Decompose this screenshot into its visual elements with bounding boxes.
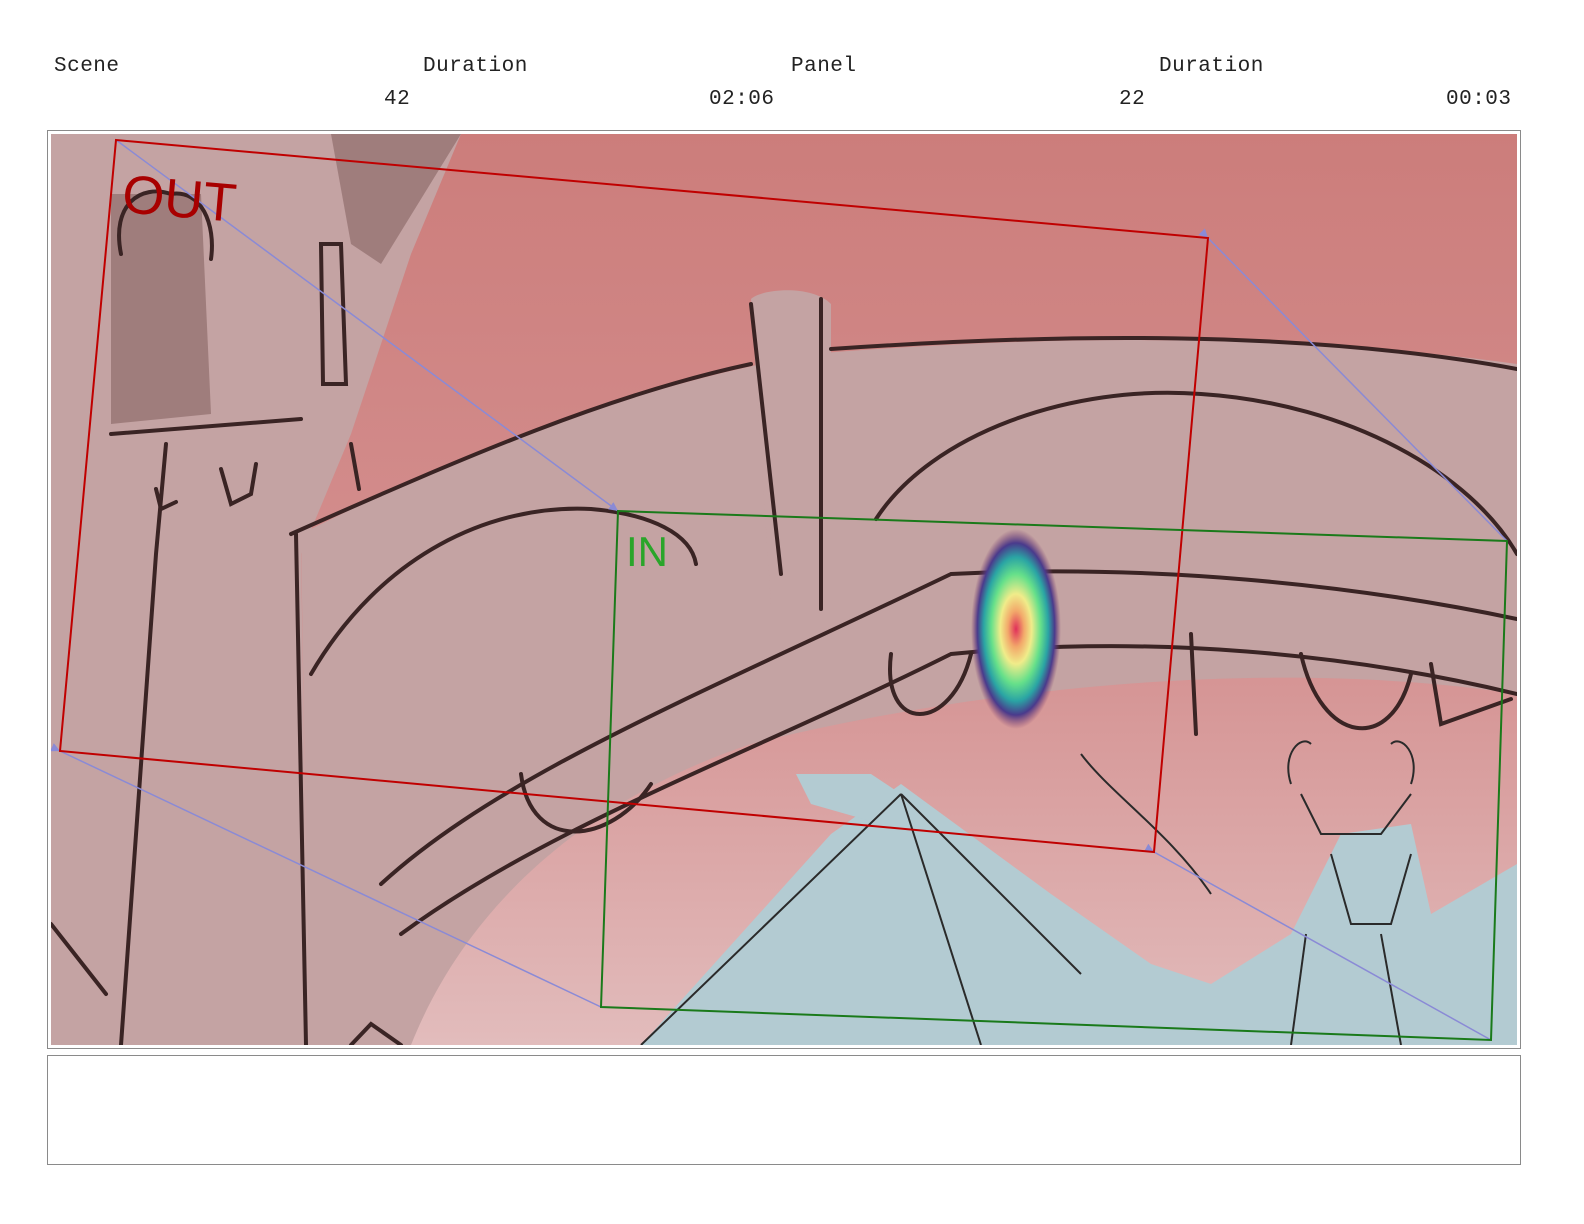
portal-glow [971, 529, 1061, 729]
panel-notes-box[interactable] [47, 1055, 1521, 1165]
panel-artwork: OUT IN [51, 134, 1517, 1045]
panel-duration-label: Duration [1159, 55, 1264, 78]
panel-label: Panel [791, 55, 857, 78]
panel-number: 22 [1119, 88, 1146, 111]
panel-duration-value: 00:03 [1446, 88, 1512, 111]
scene-duration-label: Duration [423, 55, 528, 78]
scene-label: Scene [54, 55, 120, 78]
storyboard-panel[interactable]: OUT IN [47, 130, 1521, 1049]
panel-notes-text [48, 1056, 1520, 1076]
camera-out-label: OUT [120, 164, 239, 234]
scene-number: 42 [384, 88, 411, 111]
scene-duration-value: 02:06 [709, 88, 775, 111]
camera-in-label: IN [626, 528, 668, 575]
